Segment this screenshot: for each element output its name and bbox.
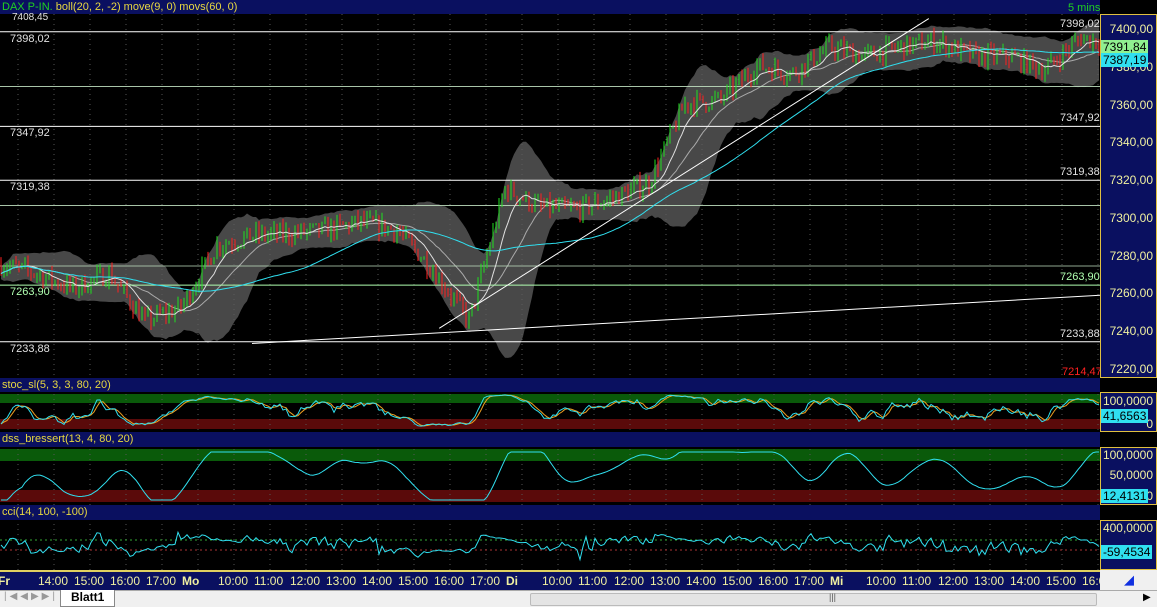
average-price-badge: 7387,19 [1101,53,1149,67]
corner-box: ◢ [1100,570,1157,590]
time-label: 14:00 [362,574,393,588]
interval-label: 5 mins [1068,2,1101,14]
level-label-left: 7263,90 [10,286,50,299]
price-tick: 7320,00 [1109,173,1153,188]
price-tick: 7360,00 [1109,97,1153,112]
ma-slow-line [0,48,1100,292]
time-label: 13:00 [650,574,681,588]
time-label: 11:00 [254,574,284,588]
time-label: 14:00 [38,574,69,588]
stoc-panel-header: stoc_sl(5, 3, 3, 80, 20) [0,378,1100,392]
sheet-tab-blatt1[interactable]: Blatt1 [60,590,116,607]
time-label: 17:00 [794,574,825,588]
level-label-right: 7347,92 [1060,112,1100,125]
time-label: 11:00 [902,574,932,588]
time-label: 12:00 [938,574,969,588]
cci-line [0,530,1100,562]
time-label: 14:00 [1010,574,1041,588]
time-label: 10:00 [866,574,897,588]
time-label: 15:00 [74,574,105,588]
time-label: 14:00 [686,574,717,588]
time-label: 15:00 [398,574,429,588]
sheet-bar: |◀◀▶▶| Blatt1 ||| ▶ [0,590,1157,607]
cci-panel-header: cci(14, 100, -100) [0,505,1100,520]
time-label: 10:00 [218,574,249,588]
level-label-right: 7263,90 [1060,271,1100,284]
dss-axis-mid: 50,0000 [1109,468,1153,482]
low-marker-label: 7214,47 [1062,366,1102,378]
indicator-label: boll(20, 2, -2) move(9, 0) movs(60, 0) [55,1,238,13]
time-label: 11:00 [578,574,608,588]
time-label: Mi [830,574,844,588]
time-label: 13:00 [326,574,357,588]
stoc-overbought-zone [0,394,1100,403]
stoc-axis-top: 100,0000 [1102,394,1153,408]
price-tick: 7240,00 [1109,324,1153,339]
price-axis[interactable]: 7400,007380,007360,007340,007320,007300,… [1100,14,1157,378]
price-tick: 7220,00 [1109,362,1153,376]
time-axis[interactable]: Fr 14:00 15:00 16:00 17:00 Mo 10:00 11:00 12:00 1… [0,570,1112,590]
level-label-right: 7319,38 [1060,166,1100,179]
scroll-thumb-grip-icon[interactable]: ||| [829,592,836,602]
level-label-left: 7319,38 [10,181,50,194]
price-chart [0,14,1100,570]
time-label: 13:00 [974,574,1005,588]
time-label: 16:00 [758,574,789,588]
stoc-oversold-zone [0,419,1100,429]
time-label: Mo [182,574,200,588]
level-label-left: 7233,88 [10,342,50,355]
time-label: Fr [0,574,10,588]
price-tick: 7300,00 [1109,210,1153,225]
chart-header: DAX P-IN. boll(20, 2, -2) move(9, 0) mov… [0,0,1100,14]
time-label: 16:00 [110,574,141,588]
time-label: 17:00 [470,574,501,588]
flag-icon[interactable]: ◢ [1124,572,1134,588]
time-label: 17:00 [146,574,177,588]
price-tick: 7280,00 [1109,248,1153,263]
time-label: 16:00 [434,574,465,588]
dss-panel-header: dss_bressert(13, 4, 80, 20) [0,432,1100,447]
cci-axis-top: 400,0000 [1102,521,1153,535]
price-tick: 7400,00 [1109,22,1153,36]
trendline [251,294,1100,344]
level-label-right: 7233,88 [1060,327,1100,340]
price-tick: 7260,00 [1109,286,1153,301]
level-label-right: 7398,02 [1060,17,1100,30]
time-label: 12:00 [614,574,645,588]
sheet-nav-arrows-icon[interactable]: |◀◀▶▶| [4,591,58,602]
price-tick: 7340,00 [1109,135,1153,150]
level-label-left: 7398,02 [10,32,50,45]
time-label: 15:00 [1046,574,1077,588]
partial-top-value: 7408,45 [12,12,49,23]
scroll-right-icon[interactable]: ▶ [1143,592,1151,603]
dss-value-badge: 12,4131 [1101,489,1149,503]
time-label: Di [506,574,518,588]
horizontal-scrollbar[interactable]: ||| [530,592,1097,606]
last-price-badge: 7391,84 [1101,40,1149,54]
stoc-value-badge: 41,6563 [1101,409,1149,423]
time-label: 15:00 [722,574,753,588]
level-label-left: 7347,92 [10,127,50,140]
cci-value-badge: -59,4534 [1101,545,1153,559]
time-label: 10:00 [542,574,573,588]
time-label: 12:00 [290,574,321,588]
dss-axis-top: 100,0000 [1102,448,1153,462]
